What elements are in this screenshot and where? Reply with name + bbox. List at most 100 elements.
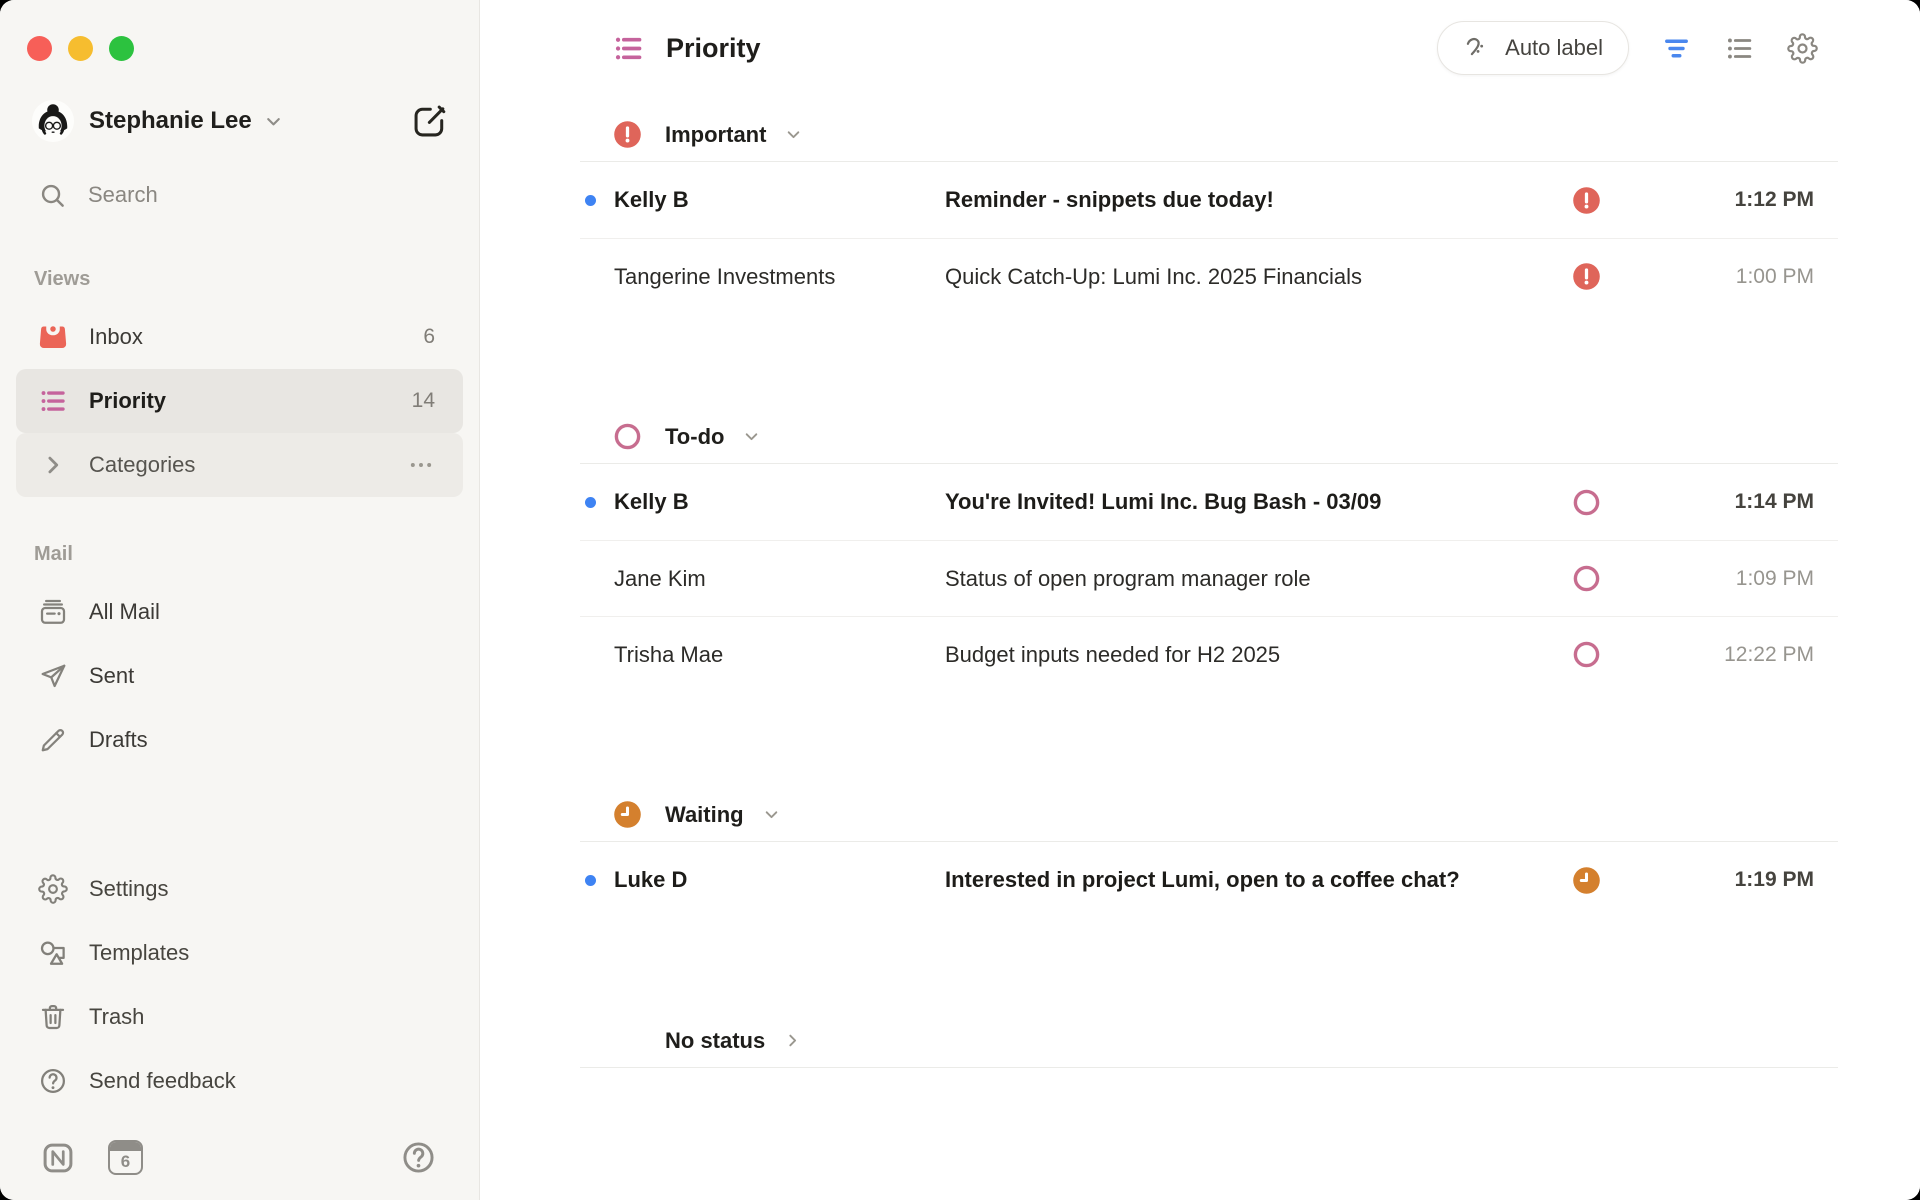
group-header-no-status[interactable]: No status (580, 1014, 1838, 1068)
priority-list-icon (612, 32, 645, 65)
search-button[interactable]: Search (16, 168, 463, 222)
sidebar-item-label: Send feedback (89, 1068, 236, 1094)
mail-group-no-status: No status (580, 1014, 1838, 1068)
sidebar-item-label: Categories (89, 452, 195, 478)
email-row[interactable]: Tangerine InvestmentsQuick Catch-Up: Lum… (580, 238, 1838, 314)
chevron-down-icon (741, 426, 762, 447)
view-settings-gear-icon[interactable] (1787, 33, 1818, 64)
auto-label-text: Auto label (1505, 35, 1603, 61)
email-group-list: Important Kelly BReminder - snippets due … (480, 96, 1920, 1068)
todo-status-icon[interactable] (1572, 640, 1601, 669)
item-count-badge: 14 (412, 389, 435, 413)
email-list: Luke DInterested in project Lumi, open t… (580, 842, 1838, 918)
sidebar-item-settings[interactable]: Settings (16, 857, 463, 921)
sidebar-item-categories[interactable]: Categories (16, 433, 463, 497)
email-sender: Kelly B (614, 187, 945, 213)
window-controls (27, 36, 134, 61)
todo-status-icon (613, 422, 642, 451)
sidebar-nav: Views Inbox 6 Priority 14 Categories Mail All M… (16, 222, 463, 772)
mail-group-important: Important Kelly BReminder - snippets due … (580, 108, 1838, 314)
sidebar: Stephanie Lee Search Views Inbox 6 Priority… (0, 0, 480, 1200)
email-sender: Tangerine Investments (614, 264, 945, 290)
sidebar-item-send-feedback[interactable]: Send feedback (16, 1049, 463, 1113)
auto-label-button[interactable]: Auto label (1437, 21, 1629, 75)
email-sender: Luke D (614, 867, 945, 893)
email-row[interactable]: Kelly BYou're Invited! Lumi Inc. Bug Bas… (580, 464, 1838, 540)
sidebar-item-drafts[interactable]: Drafts (16, 708, 463, 772)
waiting-status-icon (613, 800, 642, 829)
chevron-right-icon (782, 1030, 803, 1051)
group-header-to-do[interactable]: To-do (580, 410, 1838, 464)
email-time: 1:09 PM (1616, 567, 1838, 591)
email-time: 1:19 PM (1616, 868, 1838, 892)
email-row[interactable]: Kelly BReminder - snippets due today!1:1… (580, 162, 1838, 238)
notion-logo-icon[interactable] (40, 1140, 76, 1176)
minimize-window-button[interactable] (68, 36, 93, 61)
gear-icon (38, 874, 68, 904)
sidebar-item-priority[interactable]: Priority 14 (16, 369, 463, 433)
sidebar-section-label-views: Views (34, 268, 445, 291)
email-list: Kelly BReminder - snippets due today!1:1… (580, 162, 1838, 314)
email-row[interactable]: Jane KimStatus of open program manager r… (580, 540, 1838, 616)
sidebar-item-sent[interactable]: Sent (16, 644, 463, 708)
important-status-icon[interactable] (1572, 186, 1601, 215)
email-subject: Budget inputs needed for H2 2025 (945, 642, 1556, 668)
email-row[interactable]: Trisha MaeBudget inputs needed for H2 20… (580, 616, 1838, 692)
avatar (32, 100, 74, 142)
chevron-down-icon (783, 124, 804, 145)
unread-dot (585, 195, 596, 206)
group-label: To-do (665, 424, 724, 450)
sidebar-item-label: Trash (89, 1004, 144, 1030)
inbox-icon (38, 322, 68, 352)
sidebar-spacer (0, 772, 479, 857)
unread-indicator-column (580, 875, 614, 886)
sent-icon (38, 661, 68, 691)
group-header-waiting[interactable]: Waiting (580, 788, 1838, 842)
help-button[interactable] (400, 1139, 437, 1176)
sidebar-footer-nav: Settings Templates Trash Send feedback (16, 857, 463, 1113)
email-row[interactable]: Luke DInterested in project Lumi, open t… (580, 842, 1838, 918)
sidebar-item-label: Priority (89, 388, 166, 414)
group-label: Waiting (665, 802, 744, 828)
waiting-status-icon[interactable] (1572, 866, 1601, 895)
chevron-down-icon (761, 804, 782, 825)
group-header-important[interactable]: Important (580, 108, 1838, 162)
sidebar-item-inbox[interactable]: Inbox 6 (16, 305, 463, 369)
priority-list-icon (38, 386, 68, 416)
group-label: Important (665, 122, 766, 148)
todo-status-icon[interactable] (1572, 564, 1601, 593)
email-time: 1:12 PM (1616, 188, 1838, 212)
filter-icon[interactable] (1661, 33, 1692, 64)
sidebar-item-label: Settings (89, 876, 169, 902)
email-time: 12:22 PM (1616, 643, 1838, 667)
page-title: Priority (666, 33, 761, 64)
sidebar-item-label: Sent (89, 663, 134, 689)
mail-group-to-do: To-do Kelly BYou're Invited! Lumi Inc. Bu… (580, 410, 1838, 692)
unread-indicator-column (580, 497, 614, 508)
important-status-icon[interactable] (1572, 262, 1601, 291)
sidebar-bottom-bar: 6 (0, 1113, 479, 1200)
sidebar-section-label-mail: Mail (34, 543, 445, 566)
zoom-window-button[interactable] (109, 36, 134, 61)
email-sender: Jane Kim (614, 566, 945, 592)
search-icon (38, 181, 67, 210)
item-count-badge: 6 (423, 325, 435, 349)
list-view-icon[interactable] (1724, 33, 1755, 64)
close-window-button[interactable] (27, 36, 52, 61)
calendar-day-number: 6 (110, 1151, 141, 1173)
compose-button[interactable] (411, 102, 449, 140)
sidebar-item-all-mail[interactable]: All Mail (16, 580, 463, 644)
sidebar-item-label: Inbox (89, 324, 143, 350)
todo-status-icon[interactable] (1572, 488, 1601, 517)
dots-icon[interactable] (407, 451, 435, 479)
account-name: Stephanie Lee (89, 107, 252, 135)
calendar-icon[interactable]: 6 (108, 1140, 143, 1175)
sidebar-item-label: All Mail (89, 599, 160, 625)
sidebar-item-templates[interactable]: Templates (16, 921, 463, 985)
account-switcher[interactable]: Stephanie Lee (32, 100, 449, 142)
sidebar-item-trash[interactable]: Trash (16, 985, 463, 1049)
search-label: Search (88, 182, 158, 208)
email-subject: You're Invited! Lumi Inc. Bug Bash - 03/… (945, 489, 1556, 515)
unread-indicator-column (580, 195, 614, 206)
unread-dot (585, 497, 596, 508)
